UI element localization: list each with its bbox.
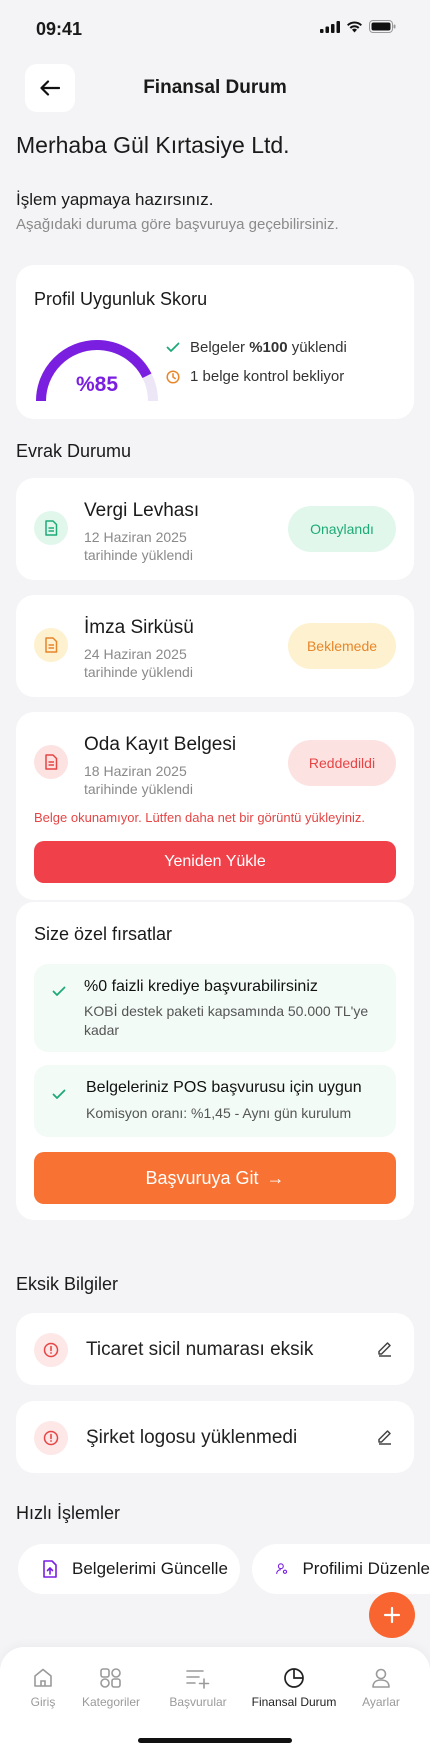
- document-date: 24 Haziran 2025 tarihinde yüklendi: [84, 646, 193, 680]
- quick-update-documents[interactable]: Belgelerimi Güncelle: [18, 1544, 240, 1594]
- score-line1-bold: %100: [249, 339, 288, 356]
- score-docs-line: Belgeler %100 yüklendi: [166, 339, 347, 356]
- score-pending-line: 1 belge kontrol bekliyor: [166, 368, 344, 385]
- intro-subtitle: Aşağıdaki duruma göre başvuruya geçebili…: [16, 216, 339, 233]
- documents-title: Evrak Durumu: [16, 441, 132, 461]
- pie-chart-icon: [284, 1668, 304, 1688]
- quick-action-label: Belgelerimi Güncelle: [72, 1559, 228, 1578]
- missing-item[interactable]: Şirket logosu yüklenmedi: [16, 1401, 414, 1473]
- apply-button[interactable]: Başvuruya Git →: [34, 1152, 396, 1204]
- score-line1-suffix: yüklendi: [291, 339, 347, 356]
- tab-settings[interactable]: Ayarlar: [336, 1667, 426, 1709]
- status-bar: 09:41: [0, 0, 430, 58]
- document-icon: [34, 628, 68, 662]
- status-badge: Beklemede: [288, 623, 396, 669]
- opportunity-title: %0 faizli krediye başvurabilirsiniz: [84, 978, 318, 995]
- opportunity-title: Belgeleriniz POS başvurusu için uygun: [86, 1079, 362, 1096]
- clock-icon: [166, 369, 180, 384]
- greeting: Merhaba Gül Kırtasiye Ltd.: [16, 132, 290, 158]
- arrow-right-icon: →: [266, 1167, 285, 1188]
- opportunities-title: Size özel fırsatlar: [34, 924, 173, 944]
- document-name: İmza Sirküsü: [84, 617, 194, 638]
- categories-icon: [100, 1668, 121, 1688]
- document-icon: [34, 745, 68, 779]
- home-indicator: [138, 1738, 292, 1743]
- user-settings-icon: [276, 1563, 288, 1574]
- status-icons: [320, 20, 396, 33]
- plus-icon: [383, 1606, 401, 1624]
- document-card[interactable]: İmza Sirküsü 24 Haziran 2025 tarihinde y…: [16, 595, 414, 697]
- document-date: 18 Haziran 2025 tarihinde yüklendi: [84, 763, 193, 797]
- signal-icon: [320, 20, 340, 33]
- wifi-icon: [347, 20, 362, 32]
- quick-edit-profile[interactable]: Profilimi Düzenle: [252, 1544, 430, 1594]
- edit-icon[interactable]: [376, 1339, 394, 1357]
- status-time: 09:41: [36, 19, 83, 39]
- opportunity-body: Komisyon oranı: %1,45 - Aynı gün kurulum: [86, 1105, 352, 1121]
- document-card[interactable]: Vergi Levhası 12 Haziran 2025 tarihinde …: [16, 478, 414, 580]
- quick-action-label: Profilimi Düzenle: [302, 1559, 430, 1578]
- score-line2: 1 belge kontrol bekliyor: [190, 368, 345, 385]
- tab-categories[interactable]: Kategoriler: [66, 1667, 156, 1709]
- opportunities-card: Size özel fırsatlar %0 faizli krediye ba…: [16, 902, 414, 1220]
- battery-icon: [369, 20, 396, 33]
- document-date: 12 Haziran 2025 tarihinde yüklendi: [84, 529, 193, 563]
- reject-message: Belge okunamıyor. Lütfen daha net bir gö…: [34, 810, 365, 825]
- tab-label: Finansal Durum: [251, 1695, 337, 1709]
- intro-title: İşlem yapmaya hazırsınız.: [16, 190, 214, 209]
- tab-label: Ayarlar: [362, 1695, 400, 1709]
- score-value: %85: [75, 373, 119, 396]
- nav-header: Finansal Durum: [0, 64, 430, 112]
- alert-icon: [34, 1333, 68, 1367]
- missing-item[interactable]: Ticaret sicil numarası eksik: [16, 1313, 414, 1385]
- check-icon: [166, 342, 180, 352]
- document-name: Vergi Levhası: [84, 500, 200, 521]
- tab-label: Kategoriler: [81, 1695, 141, 1709]
- missing-title: Eksik Bilgiler: [16, 1274, 119, 1294]
- missing-text: Ticaret sicil numarası eksik: [86, 1339, 314, 1360]
- check-icon: [52, 1089, 66, 1099]
- tab-applications[interactable]: Başvurular: [153, 1667, 243, 1709]
- user-icon: [372, 1668, 390, 1688]
- status-badge: Onaylandı: [288, 506, 396, 552]
- edit-icon[interactable]: [376, 1427, 394, 1445]
- opportunity-item[interactable]: %0 faizli krediye başvurabilirsiniz KOBİ…: [34, 964, 396, 1052]
- document-name: Oda Kayıt Belgesi: [84, 734, 237, 755]
- document-icon: [34, 511, 68, 545]
- score-line1-prefix: Belgeler: [190, 339, 246, 356]
- check-icon: [52, 986, 66, 996]
- tab-label: Giriş: [30, 1695, 56, 1709]
- apply-button-label: Başvuruya Git: [145, 1167, 259, 1188]
- reupload-button[interactable]: Yeniden Yükle: [34, 841, 396, 883]
- tab-label: Başvurular: [169, 1695, 227, 1709]
- page-title: Finansal Durum: [143, 77, 287, 98]
- opportunity-item[interactable]: Belgeleriniz POS başvurusu için uygun Ko…: [34, 1065, 396, 1137]
- document-upload-icon: [43, 1560, 57, 1578]
- status-badge: Reddedildi: [288, 740, 396, 786]
- score-title: Profil Uygunluk Skoru: [34, 289, 208, 309]
- add-button[interactable]: [369, 1592, 415, 1638]
- opportunity-body: KOBİ destek paketi kapsamında 50.000 TL'…: [84, 1003, 369, 1038]
- home-icon: [34, 1668, 52, 1687]
- missing-text: Şirket logosu yüklenmedi: [86, 1427, 298, 1448]
- alert-icon: [34, 1421, 68, 1455]
- quick-actions-title: Hızlı İşlemler: [16, 1503, 121, 1523]
- tab-financial-status[interactable]: Finansal Durum: [249, 1667, 339, 1709]
- list-add-icon: [186, 1670, 210, 1689]
